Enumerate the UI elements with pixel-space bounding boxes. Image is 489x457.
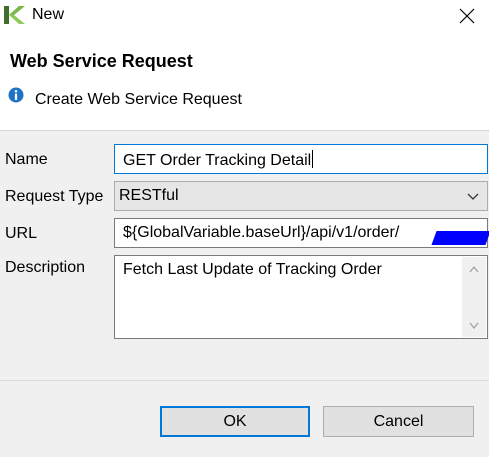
description-value: Fetch Last Update of Tracking Order bbox=[123, 261, 382, 278]
knime-app-icon bbox=[4, 6, 25, 24]
name-input[interactable]: GET Order Tracking Detail bbox=[114, 144, 488, 174]
description-scrollbar[interactable] bbox=[462, 257, 486, 337]
url-value: ${GlobalVariable.baseUrl}/api/v1/order/ bbox=[123, 224, 400, 241]
text-caret bbox=[312, 150, 314, 168]
description-label: Description bbox=[5, 259, 86, 276]
request-type-select[interactable]: RESTful bbox=[114, 181, 488, 211]
request-type-label: Request Type bbox=[5, 188, 104, 205]
dialog-title: Web Service Request bbox=[10, 51, 193, 71]
name-label: Name bbox=[5, 151, 48, 168]
description-textarea[interactable]: Fetch Last Update of Tracking Order bbox=[114, 255, 488, 339]
ok-button[interactable]: OK bbox=[160, 406, 310, 437]
footer-divider bbox=[0, 380, 489, 381]
close-icon bbox=[459, 8, 475, 24]
url-label: URL bbox=[5, 225, 38, 242]
form-area: Name GET Order Tracking Detail Request T… bbox=[0, 131, 489, 457]
name-value: GET Order Tracking Detail bbox=[123, 152, 312, 169]
redaction-mark bbox=[431, 231, 489, 245]
title-bar: New bbox=[0, 0, 489, 32]
dialog-description: Create Web Service Request bbox=[35, 91, 242, 108]
window-title: New bbox=[32, 6, 65, 23]
close-button[interactable] bbox=[452, 3, 482, 29]
request-type-value: RESTful bbox=[119, 187, 179, 204]
scroll-down-icon[interactable] bbox=[469, 322, 479, 330]
scroll-up-icon[interactable] bbox=[469, 265, 479, 273]
info-icon bbox=[8, 87, 24, 103]
chevron-down-icon bbox=[467, 193, 479, 200]
cancel-button[interactable]: Cancel bbox=[323, 406, 474, 437]
dialog-header: Web Service Request Create Web Service R… bbox=[0, 32, 489, 130]
